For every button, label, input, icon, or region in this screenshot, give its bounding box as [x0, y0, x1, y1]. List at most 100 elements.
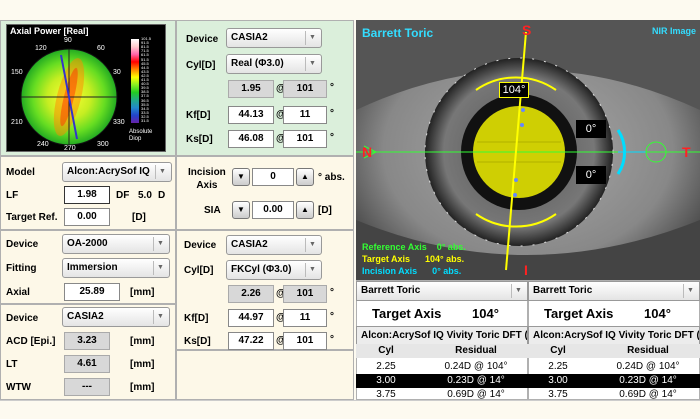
cornea-bottom-ks-axis-field[interactable]: 101: [283, 332, 327, 350]
anterior-acd-unit: [mm]: [130, 336, 155, 347]
residual-cell: 0.23D @ 14°: [619, 375, 677, 386]
degree-label-60: 60: [97, 45, 105, 52]
anterior-acd-label: ACD [Epi.]: [6, 336, 56, 347]
cornea-top-ks-field[interactable]: 46.08: [228, 130, 274, 148]
iol-lf-field[interactable]: 1.98: [64, 186, 110, 204]
table-row[interactable]: 3.00 0.23D @ 14°: [356, 374, 528, 388]
cornea-bottom-kf-label: Kf[D]: [184, 313, 209, 324]
sia-label: SIA: [204, 205, 221, 216]
sia-increment-button[interactable]: ▲: [296, 201, 314, 219]
anterior-wtw-label: WTW: [6, 382, 31, 393]
eye-image[interactable]: Barrett Toric NIR Image S I N T 104° 0° …: [356, 20, 700, 280]
sia-decrement-button[interactable]: ▼: [232, 201, 250, 219]
degree-label-120: 120: [35, 45, 47, 52]
results-left-target-label: Target Axis: [372, 306, 442, 321]
cornea-top-cyl-select[interactable]: Real (Φ3.0) ▼: [226, 54, 322, 74]
cornea-bottom-cyl-label: Cyl[D]: [184, 265, 214, 276]
incision-axis-unit: ° abs.: [318, 172, 345, 183]
cornea-top-cyl-label: Cyl[D]: [186, 60, 216, 71]
eye-image-title: Barrett Toric: [362, 26, 434, 40]
anterior-lt-unit: [mm]: [130, 359, 155, 370]
axial-map[interactable]: Axial Power [Real] 120 90 60 150 30 210 …: [6, 24, 166, 152]
anterior-device-label: Device: [6, 313, 39, 324]
cyl-cell: 3.00: [548, 375, 568, 386]
chevron-down-icon: ▼: [683, 284, 697, 298]
cornea-top-ks-label: Ks[D]: [186, 134, 213, 145]
chevron-down-icon: ▼: [305, 57, 319, 71]
degree-sign: °: [330, 108, 334, 119]
incision-axis-decrement-button[interactable]: ▼: [232, 168, 250, 186]
nasal-marker: N: [362, 144, 373, 160]
degree-sign: °: [330, 311, 334, 322]
cornea-top-kf-axis-field[interactable]: 11: [283, 106, 327, 124]
cornea-top-kf-label: Kf[D]: [186, 110, 211, 121]
iol-model-label: Model: [6, 167, 35, 178]
sia-unit: [D]: [318, 205, 332, 216]
biometry-axial-field[interactable]: 25.89: [64, 283, 120, 301]
incision-axis-increment-button[interactable]: ▲: [296, 168, 314, 186]
blank-panel: [176, 350, 354, 400]
sia-field[interactable]: 0.00: [252, 201, 294, 219]
table-row[interactable]: 2.25 0.24D @ 104°: [356, 360, 528, 374]
anterior-device-select[interactable]: CASIA2 ▼: [62, 307, 170, 327]
chevron-down-icon: ▼: [155, 165, 169, 179]
degree-label-240: 240: [37, 141, 49, 148]
cornea-bottom-kf-field[interactable]: 44.97: [228, 309, 274, 327]
cornea-top-kf-field[interactable]: 44.13: [228, 106, 274, 124]
color-scale-values: 101.5 91.5 81.5 71.5 61.5 51.5 45.5 44.5 43.5 42.…: [141, 37, 165, 125]
temporal-marker: T: [682, 144, 691, 160]
table-row[interactable]: 2.25 0.24D @ 104°: [528, 360, 700, 374]
incision-axis-field[interactable]: 0: [252, 168, 294, 186]
iol-df-label: DF: [116, 190, 130, 201]
inferior-marker: I: [524, 262, 528, 278]
anterior-wtw-unit: [mm]: [130, 382, 155, 393]
biometry-axial-unit: [mm]: [130, 287, 155, 298]
cornea-bottom-cyl-select[interactable]: FKCyl (Φ3.0) ▼: [226, 260, 322, 280]
scale-value-label: 31.5: [141, 118, 149, 123]
reference-axis-badge: 0°: [576, 120, 606, 138]
degree-label-300: 300: [97, 141, 109, 148]
cornea-bottom-device-label: Device: [184, 240, 217, 251]
cornea-bottom-kf-axis-field[interactable]: 11: [283, 309, 327, 327]
eye-image-graphic: [356, 20, 700, 280]
biometry-axial-label: Axial: [6, 287, 30, 298]
cornea-bottom-cyl-axis: 101: [283, 285, 327, 303]
cornea-bottom-ks-field[interactable]: 47.22: [228, 332, 274, 350]
biometry-fitting-select[interactable]: Immersion ▼: [62, 258, 170, 278]
cornea-top-ks-axis-field[interactable]: 101: [283, 130, 327, 148]
results-right-formula-select[interactable]: Barrett Toric ▼: [528, 281, 700, 301]
iol-df-unit: D: [158, 190, 166, 201]
cyl-cell: 3.00: [376, 375, 396, 386]
incision-axis-badge: 0°: [576, 166, 606, 184]
biometry-device-select[interactable]: OA-2000 ▼: [62, 234, 170, 254]
residual-cell: 0.24D @ 104°: [444, 361, 508, 372]
eye-image-mode: NIR Image: [651, 26, 696, 36]
results-right-target-label: Target Axis: [544, 306, 614, 321]
cornea-top-cyl-power: 1.95: [228, 80, 274, 98]
chevron-down-icon: ▼: [305, 238, 319, 252]
results-left-lens: Alcon:AcrySof IQ Vivity Toric DFT (: [356, 326, 528, 346]
degree-label-30: 30: [113, 69, 121, 76]
cornea-top-device-select[interactable]: CASIA2 ▼: [226, 28, 322, 48]
superior-marker: S: [522, 22, 532, 38]
iol-df-value: 5.0: [138, 190, 152, 201]
biometry-device-label: Device: [6, 239, 39, 250]
table-row[interactable]: 3.00 0.23D @ 14°: [528, 374, 700, 388]
degree-sign: °: [330, 287, 334, 298]
cornea-bottom-ks-label: Ks[D]: [184, 336, 211, 347]
cornea-bottom-device-select[interactable]: CASIA2 ▼: [226, 235, 322, 255]
cyl-cell: 2.25: [548, 361, 568, 372]
iol-target-field[interactable]: 0.00: [64, 208, 110, 226]
bottom-strip: [0, 400, 700, 419]
chevron-down-icon: ▼: [153, 310, 167, 324]
iol-target-unit: [D]: [132, 212, 146, 223]
iol-model-select[interactable]: Alcon:AcrySof IQ ▼: [62, 162, 172, 182]
anterior-lt-label: LT: [6, 359, 18, 370]
color-scale-bar: [131, 39, 139, 123]
legend-reference: Reference Axis 0° abs.: [362, 242, 466, 252]
cornea-top-cyl-axis: 101: [283, 80, 327, 98]
degree-label-330: 330: [113, 119, 125, 126]
degree-sign: °: [330, 334, 334, 345]
results-left-formula-select[interactable]: Barrett Toric ▼: [356, 281, 528, 301]
anterior-lt-value: 4.61: [64, 355, 110, 373]
